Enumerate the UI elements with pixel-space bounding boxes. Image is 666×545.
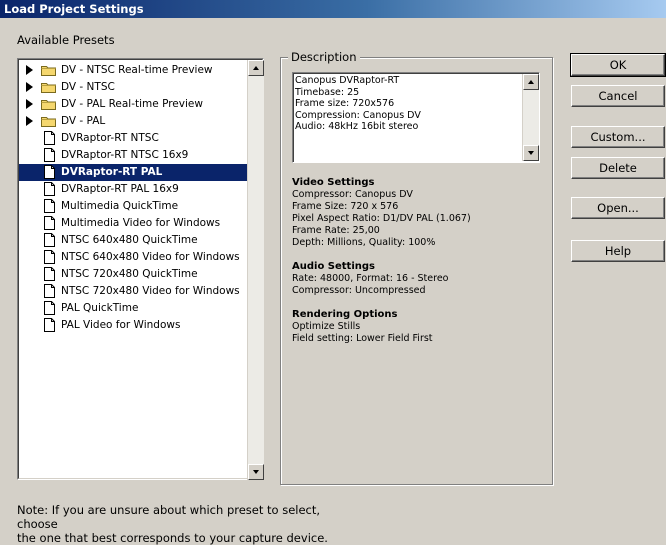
rendering-option-line: Field setting: Lower Field First xyxy=(292,333,433,344)
video-setting-line: Frame Size: 720 x 576 xyxy=(292,201,399,212)
preset-list-item[interactable]: Multimedia Video for Windows xyxy=(19,215,247,232)
description-textbox[interactable]: Canopus DVRaptor-RT Timebase: 25 Frame s… xyxy=(292,72,540,163)
folder-icon xyxy=(41,99,56,110)
preset-label: Multimedia Video for Windows xyxy=(61,217,221,229)
rendering-options-heading: Rendering Options xyxy=(292,309,398,320)
document-icon xyxy=(44,318,55,332)
preset-list-item[interactable]: PAL QuickTime xyxy=(19,300,247,317)
preset-label: NTSC 720x480 Video for Windows xyxy=(61,285,240,297)
preset-list-item[interactable]: DVRaptor-RT NTSC xyxy=(19,130,247,147)
preset-list-item[interactable]: DVRaptor-RT PAL xyxy=(19,164,247,181)
desc-scroll-down-button[interactable] xyxy=(523,145,539,161)
preset-label: NTSC 720x480 QuickTime xyxy=(61,268,198,280)
description-line: Canopus DVRaptor-RT xyxy=(295,75,400,86)
document-icon xyxy=(44,199,55,213)
document-icon xyxy=(44,301,55,315)
desc-scroll-up-button[interactable] xyxy=(523,74,539,90)
preset-label: DV - PAL Real-time Preview xyxy=(61,98,203,110)
preset-list-item[interactable]: PAL Video for Windows xyxy=(19,317,247,334)
expand-triangle-icon[interactable] xyxy=(26,116,33,126)
note-line: Note: If you are unsure about which pres… xyxy=(17,503,321,531)
audio-settings-heading: Audio Settings xyxy=(292,261,375,272)
audio-settings-section: Audio Settings Rate: 48000, Format: 16 -… xyxy=(292,261,448,297)
preset-label: Multimedia QuickTime xyxy=(61,200,179,212)
preset-list-item[interactable]: DVRaptor-RT NTSC 16x9 xyxy=(19,147,247,164)
arrow-up-icon xyxy=(528,80,534,84)
video-setting-line: Compressor: Canopus DV xyxy=(292,189,413,200)
note-line: the one that best corresponds to your ca… xyxy=(17,531,328,545)
document-icon xyxy=(44,284,55,298)
help-button[interactable]: Help xyxy=(571,240,665,262)
document-icon xyxy=(44,267,55,281)
description-group-title: Description xyxy=(288,50,360,64)
folder-icon xyxy=(41,65,56,76)
preset-list-item[interactable]: NTSC 640x480 QuickTime xyxy=(19,232,247,249)
preset-list-item[interactable]: DV - PAL Real-time Preview xyxy=(19,96,247,113)
preset-label: NTSC 640x480 Video for Windows xyxy=(61,251,240,263)
scroll-down-button[interactable] xyxy=(248,464,264,480)
expand-triangle-icon[interactable] xyxy=(26,82,33,92)
description-line: Compression: Canopus DV xyxy=(295,109,421,121)
preset-label: DV - PAL xyxy=(61,115,106,127)
preset-list-item[interactable]: NTSC 720x480 QuickTime xyxy=(19,266,247,283)
preset-label: PAL QuickTime xyxy=(61,302,139,314)
audio-setting-line: Rate: 48000, Format: 16 - Stereo xyxy=(292,273,449,284)
ok-button[interactable]: OK xyxy=(570,53,666,77)
preset-list-item[interactable]: DV - PAL xyxy=(19,113,247,130)
document-icon xyxy=(44,233,55,247)
preset-list-item[interactable]: Multimedia QuickTime xyxy=(19,198,247,215)
preset-label: DVRaptor-RT NTSC xyxy=(61,132,159,144)
preset-label: DVRaptor-RT PAL xyxy=(61,166,163,178)
folder-icon xyxy=(41,116,56,127)
document-icon xyxy=(44,165,55,179)
rendering-options-section: Rendering Options Optimize Stills Field … xyxy=(292,309,433,345)
video-settings-heading: Video Settings xyxy=(292,177,375,188)
window-title: Load Project Settings xyxy=(0,0,666,18)
description-line: Frame size: 720x576 xyxy=(295,98,395,109)
preset-label: DVRaptor-RT NTSC 16x9 xyxy=(61,149,189,161)
document-icon xyxy=(44,148,55,162)
description-line: Audio: 48kHz 16bit stereo xyxy=(295,121,419,132)
arrow-up-icon xyxy=(253,66,259,70)
note-text: Note: If you are unsure about which pres… xyxy=(17,503,357,545)
preset-list-item[interactable]: DVRaptor-RT PAL 16x9 xyxy=(19,181,247,198)
custom-button[interactable]: Custom... xyxy=(571,126,665,148)
arrow-down-icon xyxy=(253,470,259,474)
document-icon xyxy=(44,131,55,145)
video-setting-line: Depth: Millions, Quality: 100% xyxy=(292,237,436,248)
document-icon xyxy=(44,182,55,196)
preset-list-item[interactable]: DV - NTSC Real-time Preview xyxy=(19,62,247,79)
presets-list-scrollbar[interactable] xyxy=(247,60,264,480)
video-setting-line: Pixel Aspect Ratio: D1/DV PAL (1.067) xyxy=(292,213,471,224)
description-line: Timebase: 25 xyxy=(295,86,360,98)
document-icon xyxy=(44,250,55,264)
preset-list-item[interactable]: NTSC 720x480 Video for Windows xyxy=(19,283,247,300)
rendering-option-line: Optimize Stills xyxy=(292,321,361,332)
preset-label: PAL Video for Windows xyxy=(61,319,181,331)
scroll-up-button[interactable] xyxy=(248,60,264,76)
video-settings-section: Video Settings Compressor: Canopus DV Fr… xyxy=(292,177,471,249)
folder-icon xyxy=(41,82,56,93)
preset-list-item[interactable]: NTSC 640x480 Video for Windows xyxy=(19,249,247,266)
cancel-button[interactable]: Cancel xyxy=(571,85,665,107)
delete-button[interactable]: Delete xyxy=(571,157,665,179)
expand-triangle-icon[interactable] xyxy=(26,99,33,109)
presets-list[interactable]: DV - NTSC Real-time Preview DV - NTSC DV -… xyxy=(17,58,264,480)
preset-label: DV - NTSC Real-time Preview xyxy=(61,64,213,76)
preset-label: DVRaptor-RT PAL 16x9 xyxy=(61,183,179,195)
preset-list-item[interactable]: DV - NTSC xyxy=(19,79,247,96)
preset-label: DV - NTSC xyxy=(61,81,115,93)
document-icon xyxy=(44,216,55,230)
available-presets-label: Available Presets xyxy=(17,33,115,47)
description-scrollbar[interactable] xyxy=(522,74,539,161)
preset-label: NTSC 640x480 QuickTime xyxy=(61,234,198,246)
arrow-down-icon xyxy=(528,151,534,155)
video-setting-line: Frame Rate: 25,00 xyxy=(292,225,380,236)
audio-setting-line: Compressor: Uncompressed xyxy=(292,285,426,296)
expand-triangle-icon[interactable] xyxy=(26,65,33,75)
open-button[interactable]: Open... xyxy=(571,197,665,219)
